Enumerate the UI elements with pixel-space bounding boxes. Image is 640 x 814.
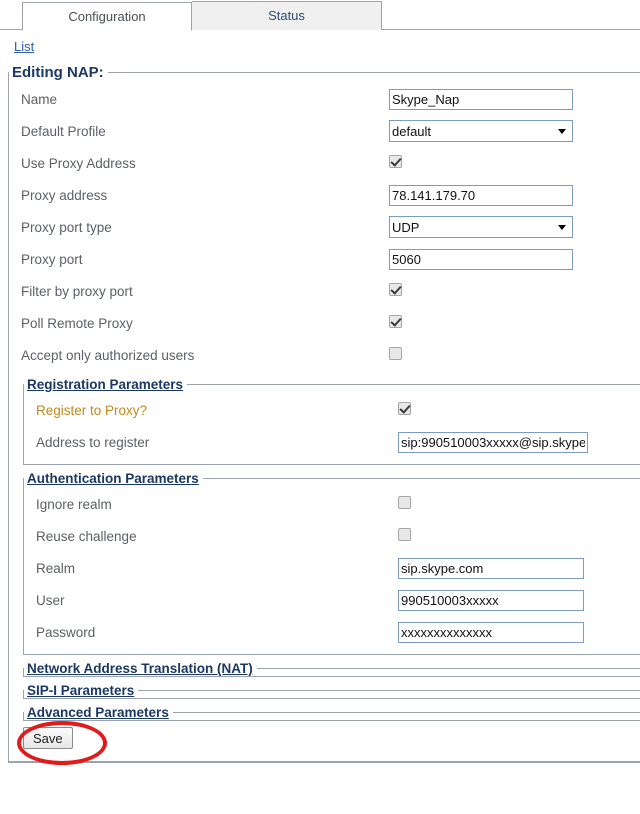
filter-by-proxy-port-control — [389, 283, 402, 299]
authentication-parameters-legend[interactable]: Authentication Parameters — [24, 471, 203, 486]
proxy-address-control — [389, 185, 573, 206]
name-input[interactable] — [389, 89, 573, 110]
address-to-register-label: Address to register — [36, 435, 398, 450]
name-control — [389, 89, 573, 110]
filter-by-proxy-port-checkbox[interactable] — [389, 283, 402, 296]
advanced-parameters-fieldset: Advanced Parameters — [23, 705, 640, 721]
user-control — [398, 590, 584, 611]
sip-i-parameters-fieldset: SIP-I Parameters — [23, 683, 640, 699]
realm-input[interactable] — [398, 558, 584, 579]
accept-only-authorized-users-control — [389, 347, 402, 363]
row-name: Name — [9, 83, 640, 115]
reuse-challenge-checkbox[interactable] — [398, 528, 411, 541]
default-profile-select[interactable]: default — [389, 120, 573, 142]
reuse-challenge-control — [398, 528, 411, 544]
nat-legend[interactable]: Network Address Translation (NAT) — [24, 661, 257, 676]
row-password: Password — [24, 616, 640, 648]
register-to-proxy-checkbox[interactable] — [398, 402, 411, 415]
use-proxy-address-label: Use Proxy Address — [21, 156, 389, 171]
user-input[interactable] — [398, 590, 584, 611]
row-ignore-realm: Ignore realm — [24, 488, 640, 520]
use-proxy-address-control — [389, 155, 402, 171]
user-label: User — [36, 593, 398, 608]
tab-configuration[interactable]: Configuration — [22, 2, 192, 31]
row-proxy-port-type: Proxy port type UDP — [9, 211, 640, 243]
realm-control — [398, 558, 584, 579]
row-realm: Realm — [24, 552, 640, 584]
row-address-to-register: Address to register — [24, 426, 640, 458]
password-input[interactable] — [398, 622, 584, 643]
name-label: Name — [21, 92, 389, 107]
sip-i-parameters-legend[interactable]: SIP-I Parameters — [24, 683, 138, 698]
proxy-port-type-select[interactable]: UDP — [389, 216, 573, 238]
row-user: User — [24, 584, 640, 616]
register-to-proxy-control — [398, 402, 411, 418]
password-control — [398, 622, 584, 643]
row-poll-remote-proxy: Poll Remote Proxy — [9, 307, 640, 339]
authentication-parameters-fieldset: Authentication Parameters Ignore realm R… — [23, 471, 640, 655]
reuse-challenge-label: Reuse challenge — [36, 529, 398, 544]
filter-by-proxy-port-label: Filter by proxy port — [21, 284, 389, 299]
proxy-port-type-control: UDP — [389, 216, 573, 238]
row-reuse-challenge: Reuse challenge — [24, 520, 640, 552]
bottom-divider — [8, 762, 640, 763]
proxy-address-input[interactable] — [389, 185, 573, 206]
accept-only-authorized-users-label: Accept only authorized users — [21, 348, 389, 363]
realm-label: Realm — [36, 561, 398, 576]
breadcrumb: List — [0, 30, 640, 60]
poll-remote-proxy-label: Poll Remote Proxy — [21, 316, 389, 331]
row-use-proxy-address: Use Proxy Address — [9, 147, 640, 179]
proxy-port-label: Proxy port — [21, 252, 389, 267]
proxy-address-label: Proxy address — [21, 188, 389, 203]
register-to-proxy-label: Register to Proxy? — [36, 403, 398, 418]
row-proxy-port: Proxy port — [9, 243, 640, 275]
registration-parameters-legend[interactable]: Registration Parameters — [24, 377, 187, 392]
row-proxy-address: Proxy address — [9, 179, 640, 211]
save-area: Save — [9, 721, 640, 757]
poll-remote-proxy-checkbox[interactable] — [389, 315, 402, 328]
proxy-port-control — [389, 249, 573, 270]
tab-bar: Configuration Status — [0, 0, 640, 30]
poll-remote-proxy-control — [389, 315, 402, 331]
advanced-parameters-legend[interactable]: Advanced Parameters — [24, 705, 173, 720]
editing-nap-legend: Editing NAP: — [9, 64, 108, 81]
registration-parameters-fieldset: Registration Parameters Register to Prox… — [23, 377, 640, 465]
proxy-port-type-label: Proxy port type — [21, 220, 389, 235]
row-filter-by-proxy-port: Filter by proxy port — [9, 275, 640, 307]
save-button[interactable]: Save — [23, 727, 73, 749]
list-link[interactable]: List — [14, 39, 34, 54]
ignore-realm-label: Ignore realm — [36, 497, 398, 512]
accept-only-authorized-users-checkbox[interactable] — [389, 347, 402, 360]
proxy-port-input[interactable] — [389, 249, 573, 270]
row-accept-only-authorized-users: Accept only authorized users — [9, 339, 640, 371]
default-profile-control: default — [389, 120, 573, 142]
ignore-realm-checkbox[interactable] — [398, 496, 411, 509]
password-label: Password — [36, 625, 398, 640]
use-proxy-address-checkbox[interactable] — [389, 155, 402, 168]
nat-fieldset: Network Address Translation (NAT) — [23, 661, 640, 677]
ignore-realm-control — [398, 496, 411, 512]
default-profile-label: Default Profile — [21, 124, 389, 139]
editing-nap-fieldset: Editing NAP: Name Default Profile defaul… — [8, 64, 640, 762]
address-to-register-input[interactable] — [398, 432, 588, 453]
address-to-register-control — [398, 432, 588, 453]
row-register-to-proxy: Register to Proxy? — [24, 394, 640, 426]
row-default-profile: Default Profile default — [9, 115, 640, 147]
tab-status[interactable]: Status — [192, 1, 382, 30]
page-body: List Editing NAP: Name Default Profile d… — [0, 30, 640, 763]
